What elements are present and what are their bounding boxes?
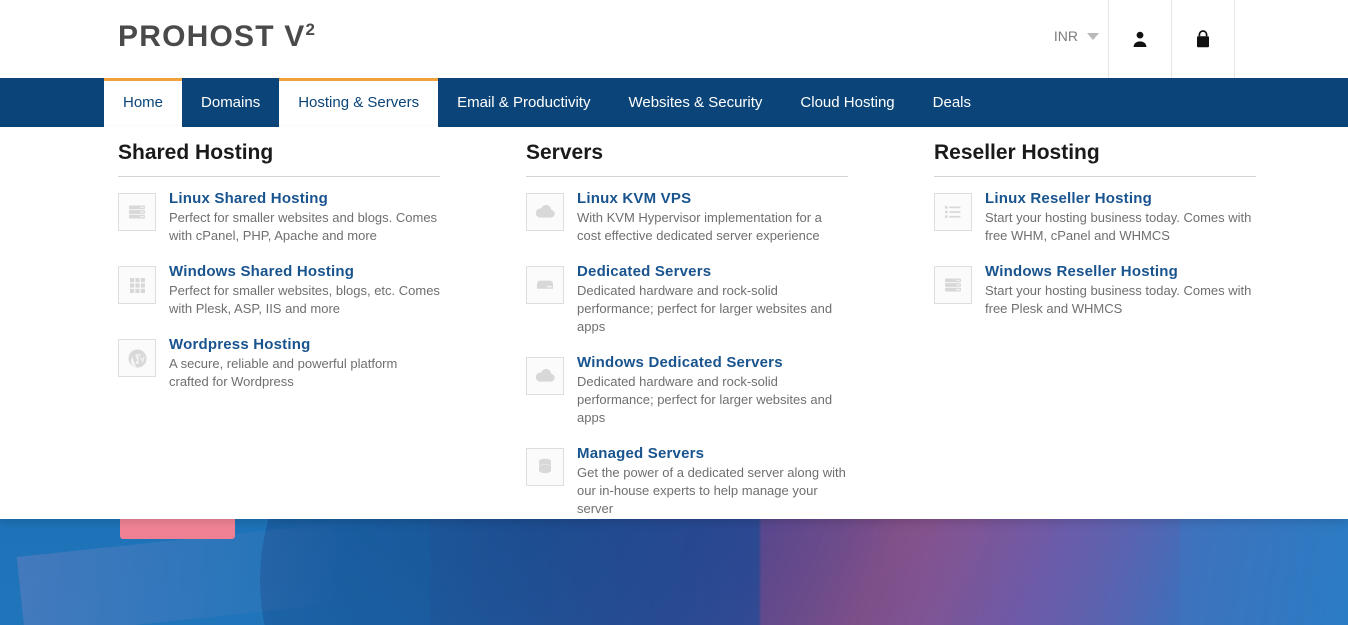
menu-item-description: Get the power of a dedicated server alon…: [577, 465, 846, 516]
list-icon: [934, 193, 972, 231]
menu-item-managed-servers[interactable]: Managed Servers Get the power of a dedic…: [526, 445, 848, 518]
account-button[interactable]: [1108, 0, 1171, 78]
cart-button[interactable]: [1171, 0, 1234, 78]
menu-item-description: Dedicated hardware and rock-solid perfor…: [577, 283, 833, 334]
mega-menu-columns: Shared Hosting Linux Shared Hosting Perf…: [118, 141, 1256, 519]
hosting-servers-mega-menu: Shared Hosting Linux Shared Hosting Perf…: [0, 127, 1348, 519]
nav-item-home[interactable]: Home: [104, 78, 183, 127]
menu-item-link[interactable]: Windows Reseller Hosting: [985, 263, 1256, 280]
menu-item-text: Wordpress Hosting A secure, reliable and…: [169, 336, 440, 391]
nav-label: Websites & Security: [628, 94, 763, 111]
menu-item-text: Windows Dedicated Servers Dedicated hard…: [577, 354, 848, 427]
nav-item-email-productivity[interactable]: Email & Productivity: [438, 78, 609, 127]
menu-item-windows-reseller-hosting[interactable]: Windows Reseller Hosting Start your host…: [934, 263, 1256, 318]
menu-item-text: Linux KVM VPS With KVM Hypervisor implem…: [577, 190, 848, 245]
server-rack-icon: [118, 193, 156, 231]
menu-item-text: Linux Reseller Hosting Start your hostin…: [985, 190, 1256, 245]
menu-item-link[interactable]: Linux Shared Hosting: [169, 190, 440, 207]
wordpress-icon: [118, 339, 156, 377]
nav-label: Deals: [932, 94, 971, 111]
main-navigation: Home Domains Hosting & Servers Email & P…: [0, 78, 1348, 127]
menu-item-linux-reseller-hosting[interactable]: Linux Reseller Hosting Start your hostin…: [934, 190, 1256, 245]
mega-column-shared-hosting: Shared Hosting Linux Shared Hosting Perf…: [118, 141, 440, 519]
nav-label: Cloud Hosting: [800, 94, 895, 111]
menu-item-text: Windows Shared Hosting Perfect for small…: [169, 263, 440, 318]
column-title: Shared Hosting: [118, 141, 440, 177]
windows-grid-icon: [118, 266, 156, 304]
cloud-icon: [526, 193, 564, 231]
menu-item-text: Managed Servers Get the power of a dedic…: [577, 445, 848, 518]
nav-item-websites-security[interactable]: Websites & Security: [609, 78, 781, 127]
menu-item-link[interactable]: Wordpress Hosting: [169, 336, 440, 353]
site-logo[interactable]: PROHOST V2: [118, 20, 316, 54]
page-root: PROHOST V2 INR Home Domains Hosting & Se…: [0, 0, 1348, 625]
column-title: Servers: [526, 141, 848, 177]
menu-item-description: With KVM Hypervisor implementation for a…: [577, 210, 822, 243]
nav-label: Home: [123, 94, 164, 111]
logo-text: PROHOST V: [118, 20, 306, 53]
nav-label: Domains: [201, 94, 261, 111]
logo-superscript: 2: [305, 20, 317, 39]
menu-item-text: Dedicated Servers Dedicated hardware and…: [577, 263, 848, 336]
menu-item-text: Windows Reseller Hosting Start your host…: [985, 263, 1256, 318]
cloud-icon: [526, 357, 564, 395]
shopping-bag-icon: [1194, 29, 1212, 49]
menu-item-link[interactable]: Managed Servers: [577, 445, 848, 462]
chevron-down-icon: [1087, 32, 1099, 40]
menu-item-linux-kvm-vps[interactable]: Linux KVM VPS With KVM Hypervisor implem…: [526, 190, 848, 245]
menu-item-link[interactable]: Linux Reseller Hosting: [985, 190, 1256, 207]
menu-item-dedicated-servers[interactable]: Dedicated Servers Dedicated hardware and…: [526, 263, 848, 336]
mega-column-reseller-hosting: Reseller Hosting Linux Reseller Hosting …: [934, 141, 1256, 519]
user-icon: [1131, 30, 1149, 48]
header-actions: [1108, 0, 1235, 78]
server-unit-icon: [526, 266, 564, 304]
menu-item-wordpress-hosting[interactable]: Wordpress Hosting A secure, reliable and…: [118, 336, 440, 391]
menu-item-description: Perfect for smaller websites, blogs, etc…: [169, 283, 440, 316]
nav-label: Email & Productivity: [457, 94, 591, 111]
currency-label: INR: [1053, 28, 1078, 44]
menu-item-description: Dedicated hardware and rock-solid perfor…: [577, 374, 833, 425]
menu-item-link[interactable]: Windows Shared Hosting: [169, 263, 440, 280]
currency-selector[interactable]: INR: [1054, 28, 1099, 44]
column-title: Reseller Hosting: [934, 141, 1256, 177]
nav-item-domains[interactable]: Domains: [182, 78, 279, 127]
site-header: PROHOST V2 INR: [0, 0, 1348, 78]
header-divider: [1234, 0, 1235, 78]
menu-item-text: Linux Shared Hosting Perfect for smaller…: [169, 190, 440, 245]
nav-left-spacer: [0, 78, 104, 127]
menu-item-description: A secure, reliable and powerful platform…: [169, 356, 398, 389]
menu-item-description: Perfect for smaller websites and blogs. …: [169, 210, 438, 243]
nav-label: Hosting & Servers: [298, 94, 420, 111]
menu-item-windows-dedicated-servers[interactable]: Windows Dedicated Servers Dedicated hard…: [526, 354, 848, 427]
nav-item-deals[interactable]: Deals: [914, 78, 990, 127]
menu-item-linux-shared-hosting[interactable]: Linux Shared Hosting Perfect for smaller…: [118, 190, 440, 245]
mega-column-servers: Servers Linux KVM VPS With KVM Hyperviso…: [526, 141, 848, 519]
menu-item-description: Start your hosting business today. Comes…: [985, 210, 1252, 243]
nav-item-hosting-servers[interactable]: Hosting & Servers: [279, 78, 439, 127]
menu-item-link[interactable]: Windows Dedicated Servers: [577, 354, 848, 371]
server-rack-icon: [934, 266, 972, 304]
menu-item-link[interactable]: Linux KVM VPS: [577, 190, 848, 207]
menu-item-description: Start your hosting business today. Comes…: [985, 283, 1252, 316]
nav-item-cloud-hosting[interactable]: Cloud Hosting: [781, 78, 913, 127]
menu-item-windows-shared-hosting[interactable]: Windows Shared Hosting Perfect for small…: [118, 263, 440, 318]
database-icon: [526, 448, 564, 486]
menu-item-link[interactable]: Dedicated Servers: [577, 263, 848, 280]
